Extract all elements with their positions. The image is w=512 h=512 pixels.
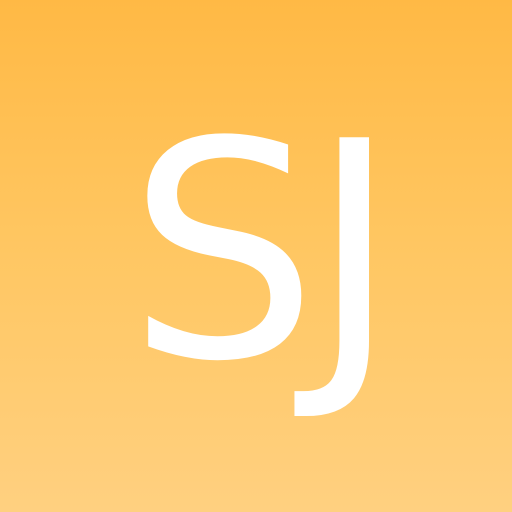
avatar-initials: SJ (127, 78, 399, 427)
avatar: SJ (0, 0, 512, 512)
